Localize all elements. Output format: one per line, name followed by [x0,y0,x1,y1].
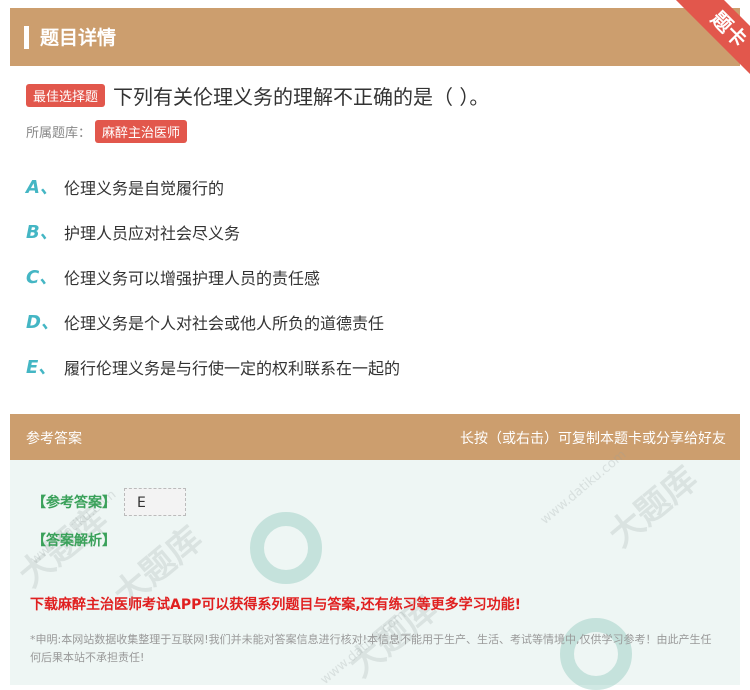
question-line: 最佳选择题 下列有关伦理义务的理解不正确的是（ ）。 [26,80,489,110]
option-d[interactable]: D、 伦理义务是个人对社会或他人所负的道德责任 [26,308,400,353]
option-text: 伦理义务是个人对社会或他人所负的道德责任 [64,314,385,333]
option-e[interactable]: E、 履行伦理义务是与行使一定的权利联系在一起的 [26,353,400,398]
option-text: 伦理义务是自觉履行的 [64,179,225,198]
option-letter: E、 [26,357,57,378]
reference-answer: 【参考答案】 E [32,488,186,516]
disclaimer-text: *申明:本网站数据收集整理于互联网!我们并未能对答案信息进行核对!本信息不能用于… [30,633,712,664]
title-header: 题目详情 题卡 [10,0,750,87]
option-text: 履行伦理义务是与行使一定的权利联系在一起的 [64,359,401,378]
option-text: 伦理义务可以增强护理人员的责任感 [64,269,321,288]
option-letter: A、 [26,177,58,198]
question-text: 下列有关伦理义务的理解不正确的是（ ）。 [113,84,490,109]
question-card-corner[interactable]: 题卡 [644,0,750,94]
corner-ribbon-label: 题卡 [671,0,750,87]
share-hint: 长按（或右击）可复制本题卡或分享给好友 [460,431,726,447]
download-app-link[interactable]: 下载麻醉主治医师考试APP可以获得系列题目与答案,还有练习等更多学习功能! [30,594,521,614]
option-text: 护理人员应对社会尽义务 [64,224,241,243]
page-title: 题目详情 [40,27,117,49]
option-letter: B、 [26,222,58,243]
answer-value: E [124,488,186,516]
option-c[interactable]: C、 伦理义务可以增强护理人员的责任感 [26,263,400,308]
question-bank-line: 所属题库： 麻醉主治医师 [26,120,188,143]
bank-tag[interactable]: 麻醉主治医师 [95,120,188,143]
answer-analysis-label: 【答案解析】 [32,533,116,549]
option-b[interactable]: B、 护理人员应对社会尽义务 [26,218,400,263]
header-accent-bar [24,26,29,49]
reference-answer-label: 【参考答案】 [32,495,116,511]
bank-label: 所属题库： [26,126,92,141]
option-letter: C、 [26,267,58,288]
watermark-logo-icon [250,512,322,584]
question-type-tag: 最佳选择题 [26,83,106,107]
answer-body: 大题库 大题库 大题库 大题库 www.datiku.com www.datik… [10,447,740,690]
option-letter: D、 [26,312,59,333]
option-list: A、 伦理义务是自觉履行的 B、 护理人员应对社会尽义务 C、 伦理义务可以增强… [26,173,400,398]
answer-section-title: 参考答案 [26,431,82,447]
option-a[interactable]: A、 伦理义务是自觉履行的 [26,173,400,218]
answer-header: 参考答案 长按（或右击）可复制本题卡或分享给好友 [10,414,740,460]
